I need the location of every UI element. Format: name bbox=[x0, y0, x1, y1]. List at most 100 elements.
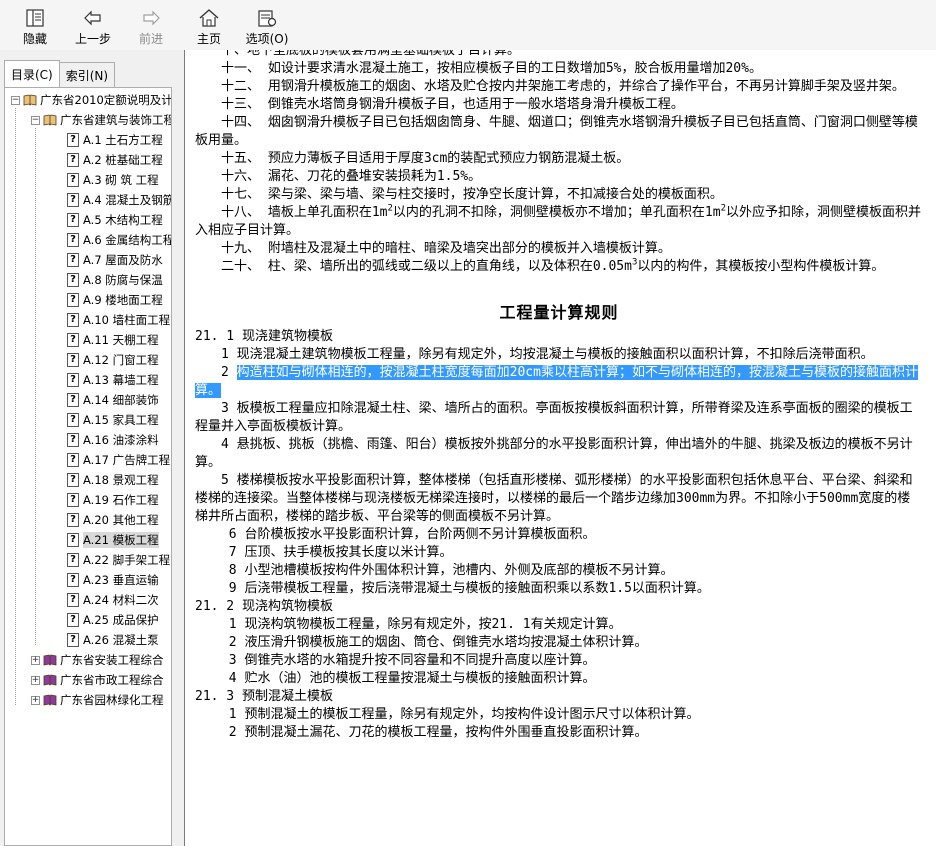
collapse-icon[interactable]: − bbox=[31, 115, 40, 125]
tab-index[interactable]: 索引(N) bbox=[59, 62, 116, 87]
back-button[interactable]: 上一步 bbox=[64, 0, 122, 50]
tree-item[interactable]: ? A.12 门窗工程 bbox=[67, 350, 159, 370]
help-viewer-window: 隐藏 上一步 前进 主页 选项(O) 目录(C) 索引(N) − 广东省2010… bbox=[0, 0, 936, 846]
rule-item: 3 倒锥壳水塔的水箱提升按不同容量和不同提升高度以座计算。 bbox=[228, 653, 596, 668]
tree-node-jianzhu[interactable]: − 广东省建筑与装饰工程 bbox=[31, 110, 172, 130]
tree-item[interactable]: ? A.1 土石方工程 bbox=[67, 130, 163, 150]
rule-item: 4 贮水（油）池的模板工程量按混凝土与模板的接触面积计算。 bbox=[228, 671, 596, 686]
options-label: 选项(O) bbox=[245, 32, 289, 46]
rule-item: 3 板模板工程量应扣除混凝土柱、梁、墙所占的面积。亭面板按模板斜面积计算，所带脊… bbox=[195, 401, 913, 434]
rule-number: 2 bbox=[221, 365, 237, 380]
tree-node-anzhuang[interactable]: + 广东省安装工程综合 bbox=[31, 650, 164, 670]
tree-node-label: A.1 土石方工程 bbox=[83, 133, 163, 147]
tree-item[interactable]: ? A.13 幕墙工程 bbox=[67, 370, 159, 390]
doc-line: 十三、 倒锥壳水塔筒身钢滑升模板子目，也适用于一般水塔塔身滑升模板工程。 bbox=[221, 97, 684, 112]
expand-icon[interactable]: + bbox=[31, 695, 40, 705]
tree-item[interactable]: ? A.19 石作工程 bbox=[67, 490, 159, 510]
section-title: 21. 1 现浇建筑物模板 bbox=[195, 329, 333, 344]
tree-node-root[interactable]: − 广东省2010定额说明及计算规则 bbox=[11, 90, 171, 110]
tree-item[interactable]: ? A.25 成品保护 bbox=[67, 610, 159, 630]
expand-icon[interactable]: + bbox=[31, 655, 40, 665]
help-topic-icon: ? bbox=[67, 173, 79, 187]
contents-tree[interactable]: −广东省2010定额说明及计算规则−广东省建筑与装饰工程?A.1 土石方工程?A… bbox=[4, 87, 172, 846]
tree-item[interactable]: ? A.20 其他工程 bbox=[67, 510, 159, 530]
tree-item[interactable]: ? A.6 金属结构工程 bbox=[67, 230, 171, 250]
tree-item[interactable]: ? A.14 细部装饰 bbox=[67, 390, 159, 410]
back-label: 上一步 bbox=[74, 32, 111, 46]
tree-item[interactable]: ? A.21 模板工程 bbox=[67, 530, 159, 550]
topic-content: 十、地下室底板的模板套用满堂基础模板子目计算。 十一、 如设计要求清水混凝土施工… bbox=[184, 50, 936, 846]
tree-node-label: A.13 幕墙工程 bbox=[83, 373, 159, 387]
pane-splitter[interactable] bbox=[176, 50, 184, 846]
tree-node-label: 广东省建筑与装饰工程 bbox=[60, 113, 172, 127]
tree-node-label: A.21 模板工程 bbox=[83, 532, 159, 548]
forward-arrow-icon bbox=[143, 10, 160, 26]
doc-text: 以内的孔洞不扣除，洞侧壁模板亦不增加；单孔面积在1m bbox=[392, 205, 721, 220]
doc-line: 十八、 墙板上单孔面积在1m2以内的孔洞不扣除，洞侧壁模板亦不增加；单孔面积在1… bbox=[195, 204, 923, 240]
doc-line: 十一、 如设计要求清水混凝土施工，按相应模板子目的工日数增加5%，胶合板用量增加… bbox=[221, 61, 762, 76]
help-topic-icon: ? bbox=[67, 313, 79, 327]
doc-line: 十六、 漏花、刀花的叠堆安装损耗为1.5%。 bbox=[221, 169, 482, 184]
tree-node-label: A.2 桩基础工程 bbox=[83, 153, 163, 167]
options-icon bbox=[258, 10, 277, 27]
tree-node-label: A.24 材料二次 bbox=[83, 593, 159, 607]
tree-item[interactable]: ? A.4 混凝土及钢筋 bbox=[67, 190, 172, 210]
rule-item: 2 液压滑升钢模板施工的烟囱、筒仓、倒锥壳水塔均按混凝土体积计算。 bbox=[228, 635, 648, 650]
forward-label: 前进 bbox=[138, 32, 163, 46]
rule-item: 6 台阶模板按水平投影面积计算，台阶两侧不另计算模板面积。 bbox=[228, 527, 596, 542]
help-topic-icon: ? bbox=[67, 413, 79, 427]
tree-item[interactable]: ? A.5 木结构工程 bbox=[67, 210, 163, 230]
doc-text: 以内的构件，其模板按小型构件模板计算。 bbox=[637, 259, 885, 274]
section-title: 21. 3 预制混凝土模板 bbox=[195, 689, 333, 704]
tree-item[interactable]: ? A.10 墙柱面工程 bbox=[67, 310, 170, 330]
tree-item[interactable]: ? A.18 景观工程 bbox=[67, 470, 159, 490]
collapse-icon[interactable]: − bbox=[11, 95, 20, 105]
tree-item[interactable]: ? A.7 屋面及防水 bbox=[67, 250, 163, 270]
tree-item[interactable]: ? A.3 砌 筑 工程 bbox=[67, 170, 159, 190]
tree-item[interactable]: ? A.17 广告牌工程 bbox=[67, 450, 170, 470]
tree-item[interactable]: ? A.2 桩基础工程 bbox=[67, 150, 163, 170]
tree-node-label: A.15 家具工程 bbox=[83, 413, 159, 427]
help-topic-icon: ? bbox=[67, 373, 79, 387]
help-topic-icon: ? bbox=[67, 493, 79, 507]
help-topic-icon: ? bbox=[67, 133, 79, 147]
rule-item: 2 预制混凝土漏花、刀花的模板工程量，按构件外围垂直投影面积计算。 bbox=[228, 725, 648, 740]
help-topic-icon: ? bbox=[67, 513, 79, 527]
options-button[interactable]: 选项(O) bbox=[238, 0, 296, 50]
selected-text[interactable]: 构造柱如与砌体相连的，按混凝土柱宽度每面加20cm乘以柱高计算；如不与砌体相连的… bbox=[195, 365, 918, 398]
tree-item[interactable]: ? A.24 材料二次 bbox=[67, 590, 159, 610]
help-topic-icon: ? bbox=[67, 273, 79, 287]
home-button[interactable]: 主页 bbox=[180, 0, 238, 50]
tree-node-label: A.16 油漆涂料 bbox=[83, 433, 159, 447]
tree-item[interactable]: ? A.15 家具工程 bbox=[67, 410, 159, 430]
topic-document: 十、地下室底板的模板套用满堂基础模板子目计算。 十一、 如设计要求清水混凝土施工… bbox=[195, 50, 923, 742]
tree-node-label: A.18 景观工程 bbox=[83, 473, 159, 487]
tree-item[interactable]: ? A.16 油漆涂料 bbox=[67, 430, 159, 450]
tree-node-shizheng[interactable]: + 广东省市政工程综合 bbox=[31, 670, 164, 690]
tree-node-label: A.9 楼地面工程 bbox=[83, 293, 163, 307]
hide-button[interactable]: 隐藏 bbox=[6, 0, 64, 50]
rule-item: 4 悬挑板、挑板（挑檐、雨篷、阳台）模板按外挑部分的水平投影面积计算，伸出墙外的… bbox=[195, 437, 913, 470]
tree-item[interactable]: ? A.23 垂直运输 bbox=[67, 570, 159, 590]
tree-node-yuanlin[interactable]: + 广东省园林绿化工程 bbox=[31, 690, 164, 710]
tree-item[interactable]: ? A.8 防腐与保温 bbox=[67, 270, 163, 290]
expand-icon[interactable]: + bbox=[31, 675, 40, 685]
rule-item: 9 后浇带模板工程量，按后浇带混凝土与模板的接触面积乘以系数1.5以面积计算。 bbox=[228, 581, 710, 596]
tree-node-label: A.17 广告牌工程 bbox=[83, 453, 171, 467]
help-topic-icon: ? bbox=[67, 633, 79, 647]
tree-item[interactable]: ? A.26 混凝土泵 bbox=[67, 630, 159, 650]
tree-node-label: A.4 混凝土及钢筋 bbox=[83, 193, 172, 207]
tab-contents[interactable]: 目录(C) bbox=[4, 60, 60, 88]
tree-item[interactable]: ? A.9 楼地面工程 bbox=[67, 290, 163, 310]
tree-item[interactable]: ? A.22 脚手架工程 bbox=[67, 550, 170, 570]
tree-item[interactable]: ? A.11 天棚工程 bbox=[67, 330, 159, 350]
book-icon bbox=[43, 654, 57, 666]
tree-node-label: A.20 其他工程 bbox=[83, 513, 159, 527]
tree-node-label: A.11 天棚工程 bbox=[83, 333, 159, 347]
forward-button[interactable]: 前进 bbox=[122, 0, 180, 50]
rule-item: 1 现浇混凝土建筑物模板工程量，除另有规定外，均按混凝土与模板的接触面积以面积计… bbox=[221, 347, 874, 362]
help-topic-icon: ? bbox=[67, 293, 79, 307]
back-arrow-icon bbox=[84, 10, 101, 26]
tree-node-label: A.5 木结构工程 bbox=[83, 213, 163, 227]
help-topic-icon: ? bbox=[67, 393, 79, 407]
